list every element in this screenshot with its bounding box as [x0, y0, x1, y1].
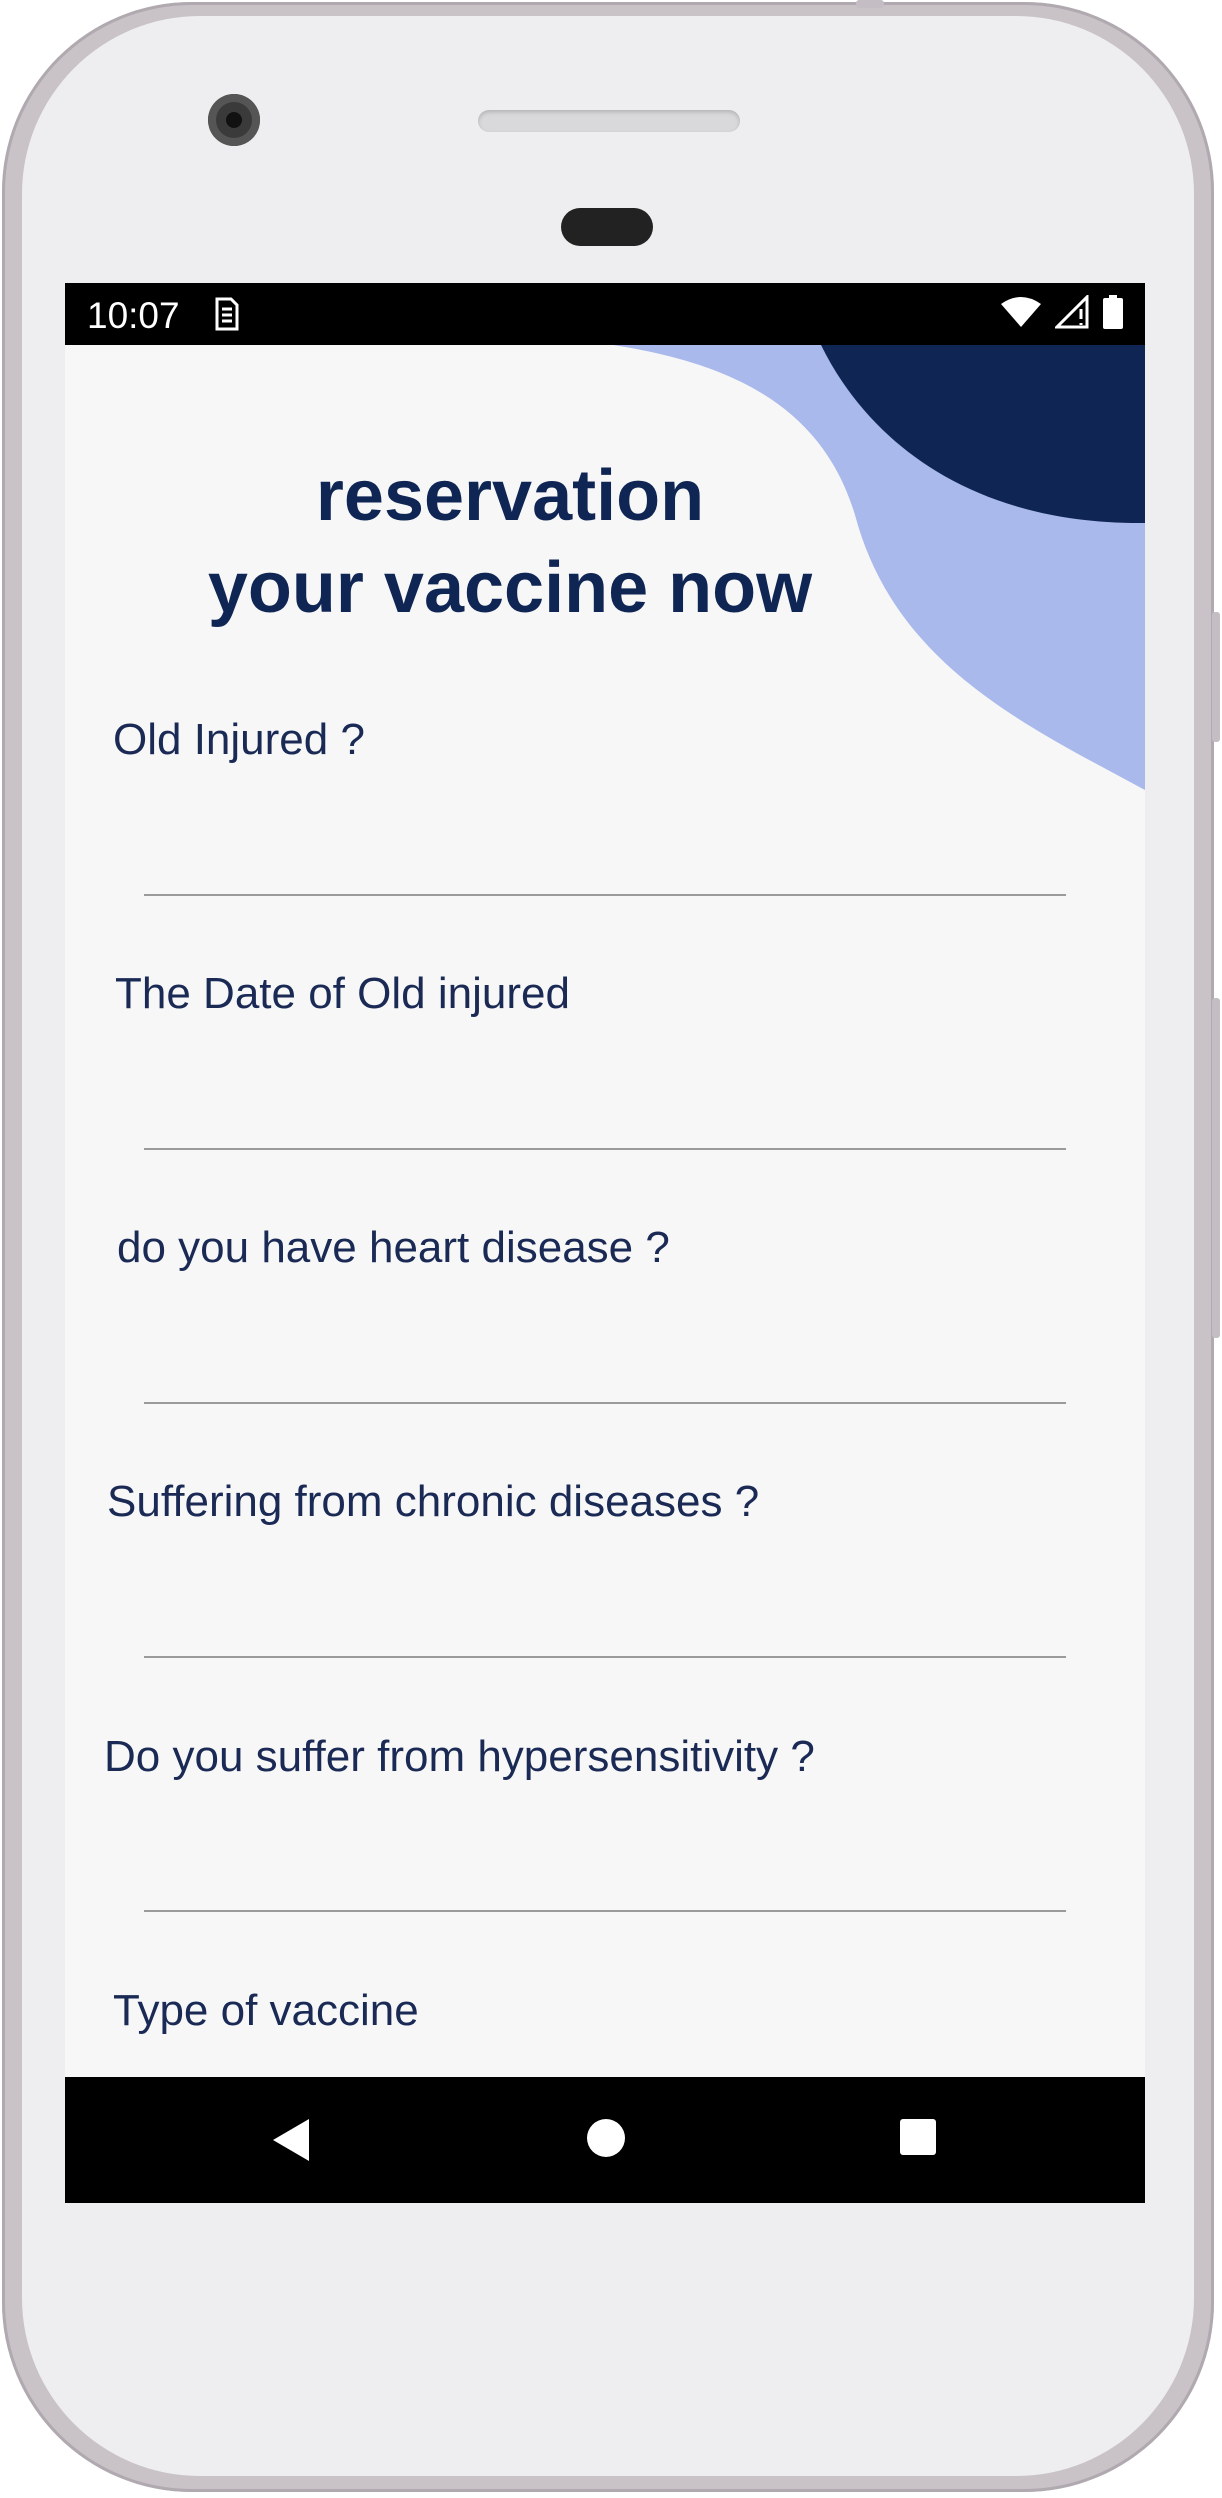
front-camera-icon [208, 94, 260, 146]
chronic-diseases-label: Suffering from chronic diseases ? [107, 1477, 760, 1526]
cell-signal-icon [1053, 293, 1089, 334]
main-content: reservation your vaccine now Old Injured… [65, 345, 1145, 2077]
heart-disease-label: do you have heart disease ? [117, 1223, 670, 1272]
home-circle-icon[interactable] [585, 2117, 627, 2164]
old-injured-date-input[interactable] [144, 1148, 1066, 1150]
old-injured-label: Old Injured ? [113, 715, 365, 764]
power-button [1212, 612, 1220, 742]
screen: 10:07 reservation your vaccine now Old I… [65, 283, 1145, 2203]
hypersensitivity-input[interactable] [144, 1910, 1066, 1912]
status-bar: 10:07 [65, 283, 1145, 345]
volume-button [1212, 998, 1220, 1338]
heart-disease-input[interactable] [144, 1402, 1066, 1404]
battery-icon [1103, 295, 1123, 334]
status-icons [1001, 293, 1123, 334]
old-injured-input[interactable] [144, 894, 1066, 896]
sim-card-icon [213, 297, 239, 340]
page-title-line1: reservation [315, 456, 705, 536]
back-triangle-icon[interactable] [271, 2117, 311, 2168]
top-button [856, 0, 884, 8]
hypersensitivity-label: Do you suffer from hypersensitivity ? [104, 1732, 815, 1781]
page-title-line2: your vaccine now [207, 548, 813, 628]
status-time: 10:07 [87, 295, 180, 336]
earpiece-speaker [478, 110, 740, 132]
old-injured-date-label: The Date of Old injured [115, 969, 570, 1018]
wifi-icon [1001, 296, 1041, 333]
proximity-sensor [561, 208, 653, 246]
chronic-diseases-input[interactable] [144, 1656, 1066, 1658]
vaccine-type-label: Type of vaccine [113, 1986, 419, 2035]
recents-square-icon[interactable] [898, 2117, 938, 2162]
navigation-bar [65, 2077, 1145, 2203]
